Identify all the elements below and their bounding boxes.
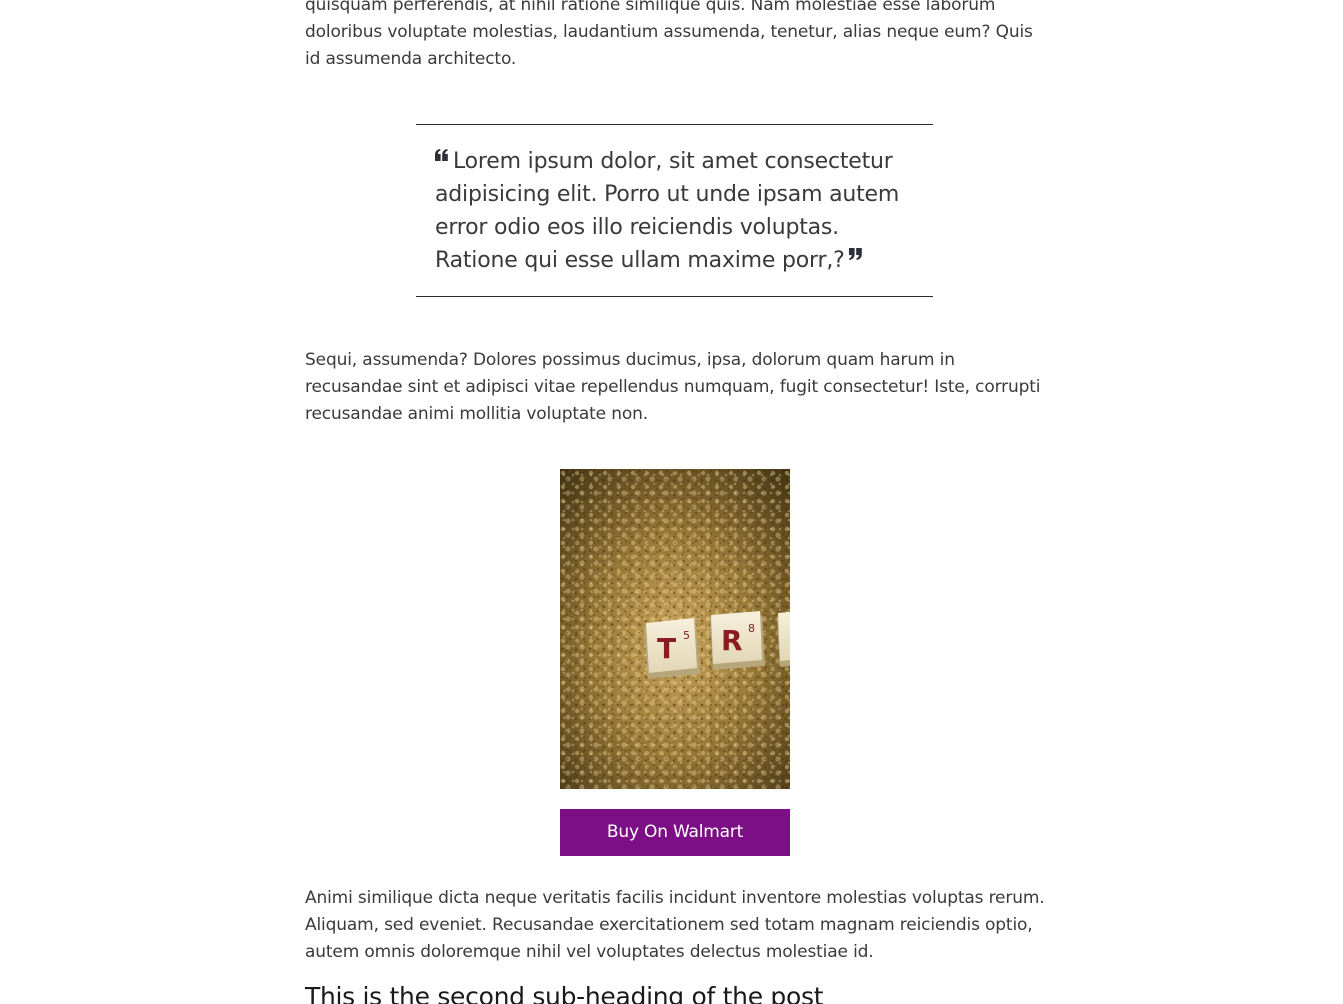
quote-right-icon <box>848 248 862 260</box>
blockquote: Lorem ipsum dolor, sit amet consectetur … <box>416 124 933 297</box>
tile-letter: R <box>721 624 743 657</box>
tile-letter: T <box>657 632 676 665</box>
post-subheading: This is the second sub-heading of the po… <box>305 982 824 1004</box>
blockquote-body: Lorem ipsum dolor, sit amet consectetur … <box>435 145 915 277</box>
tile-points: 8 <box>748 622 755 635</box>
scrabble-tile-r: R 8 <box>710 611 765 670</box>
article-paragraph: Sequi, assumenda? Dolores possimus ducim… <box>305 350 1041 424</box>
article-paragraph: Animi similique dicta neque veritatis fa… <box>305 888 1045 962</box>
product-image[interactable]: T 5 R 8 <box>560 469 790 789</box>
quote-left-icon <box>435 149 448 161</box>
article-page: quisquam perferendis, at nihil ratione s… <box>0 0 1343 1004</box>
article-paragraph: quisquam perferendis, at nihil ratione s… <box>305 0 1033 69</box>
buy-on-walmart-button[interactable]: Buy On Walmart <box>560 809 790 856</box>
scrabble-tile-t: T 5 <box>644 618 700 679</box>
tile-points: 5 <box>683 629 690 642</box>
blockquote-text: Lorem ipsum dolor, sit amet consectetur … <box>435 149 900 273</box>
